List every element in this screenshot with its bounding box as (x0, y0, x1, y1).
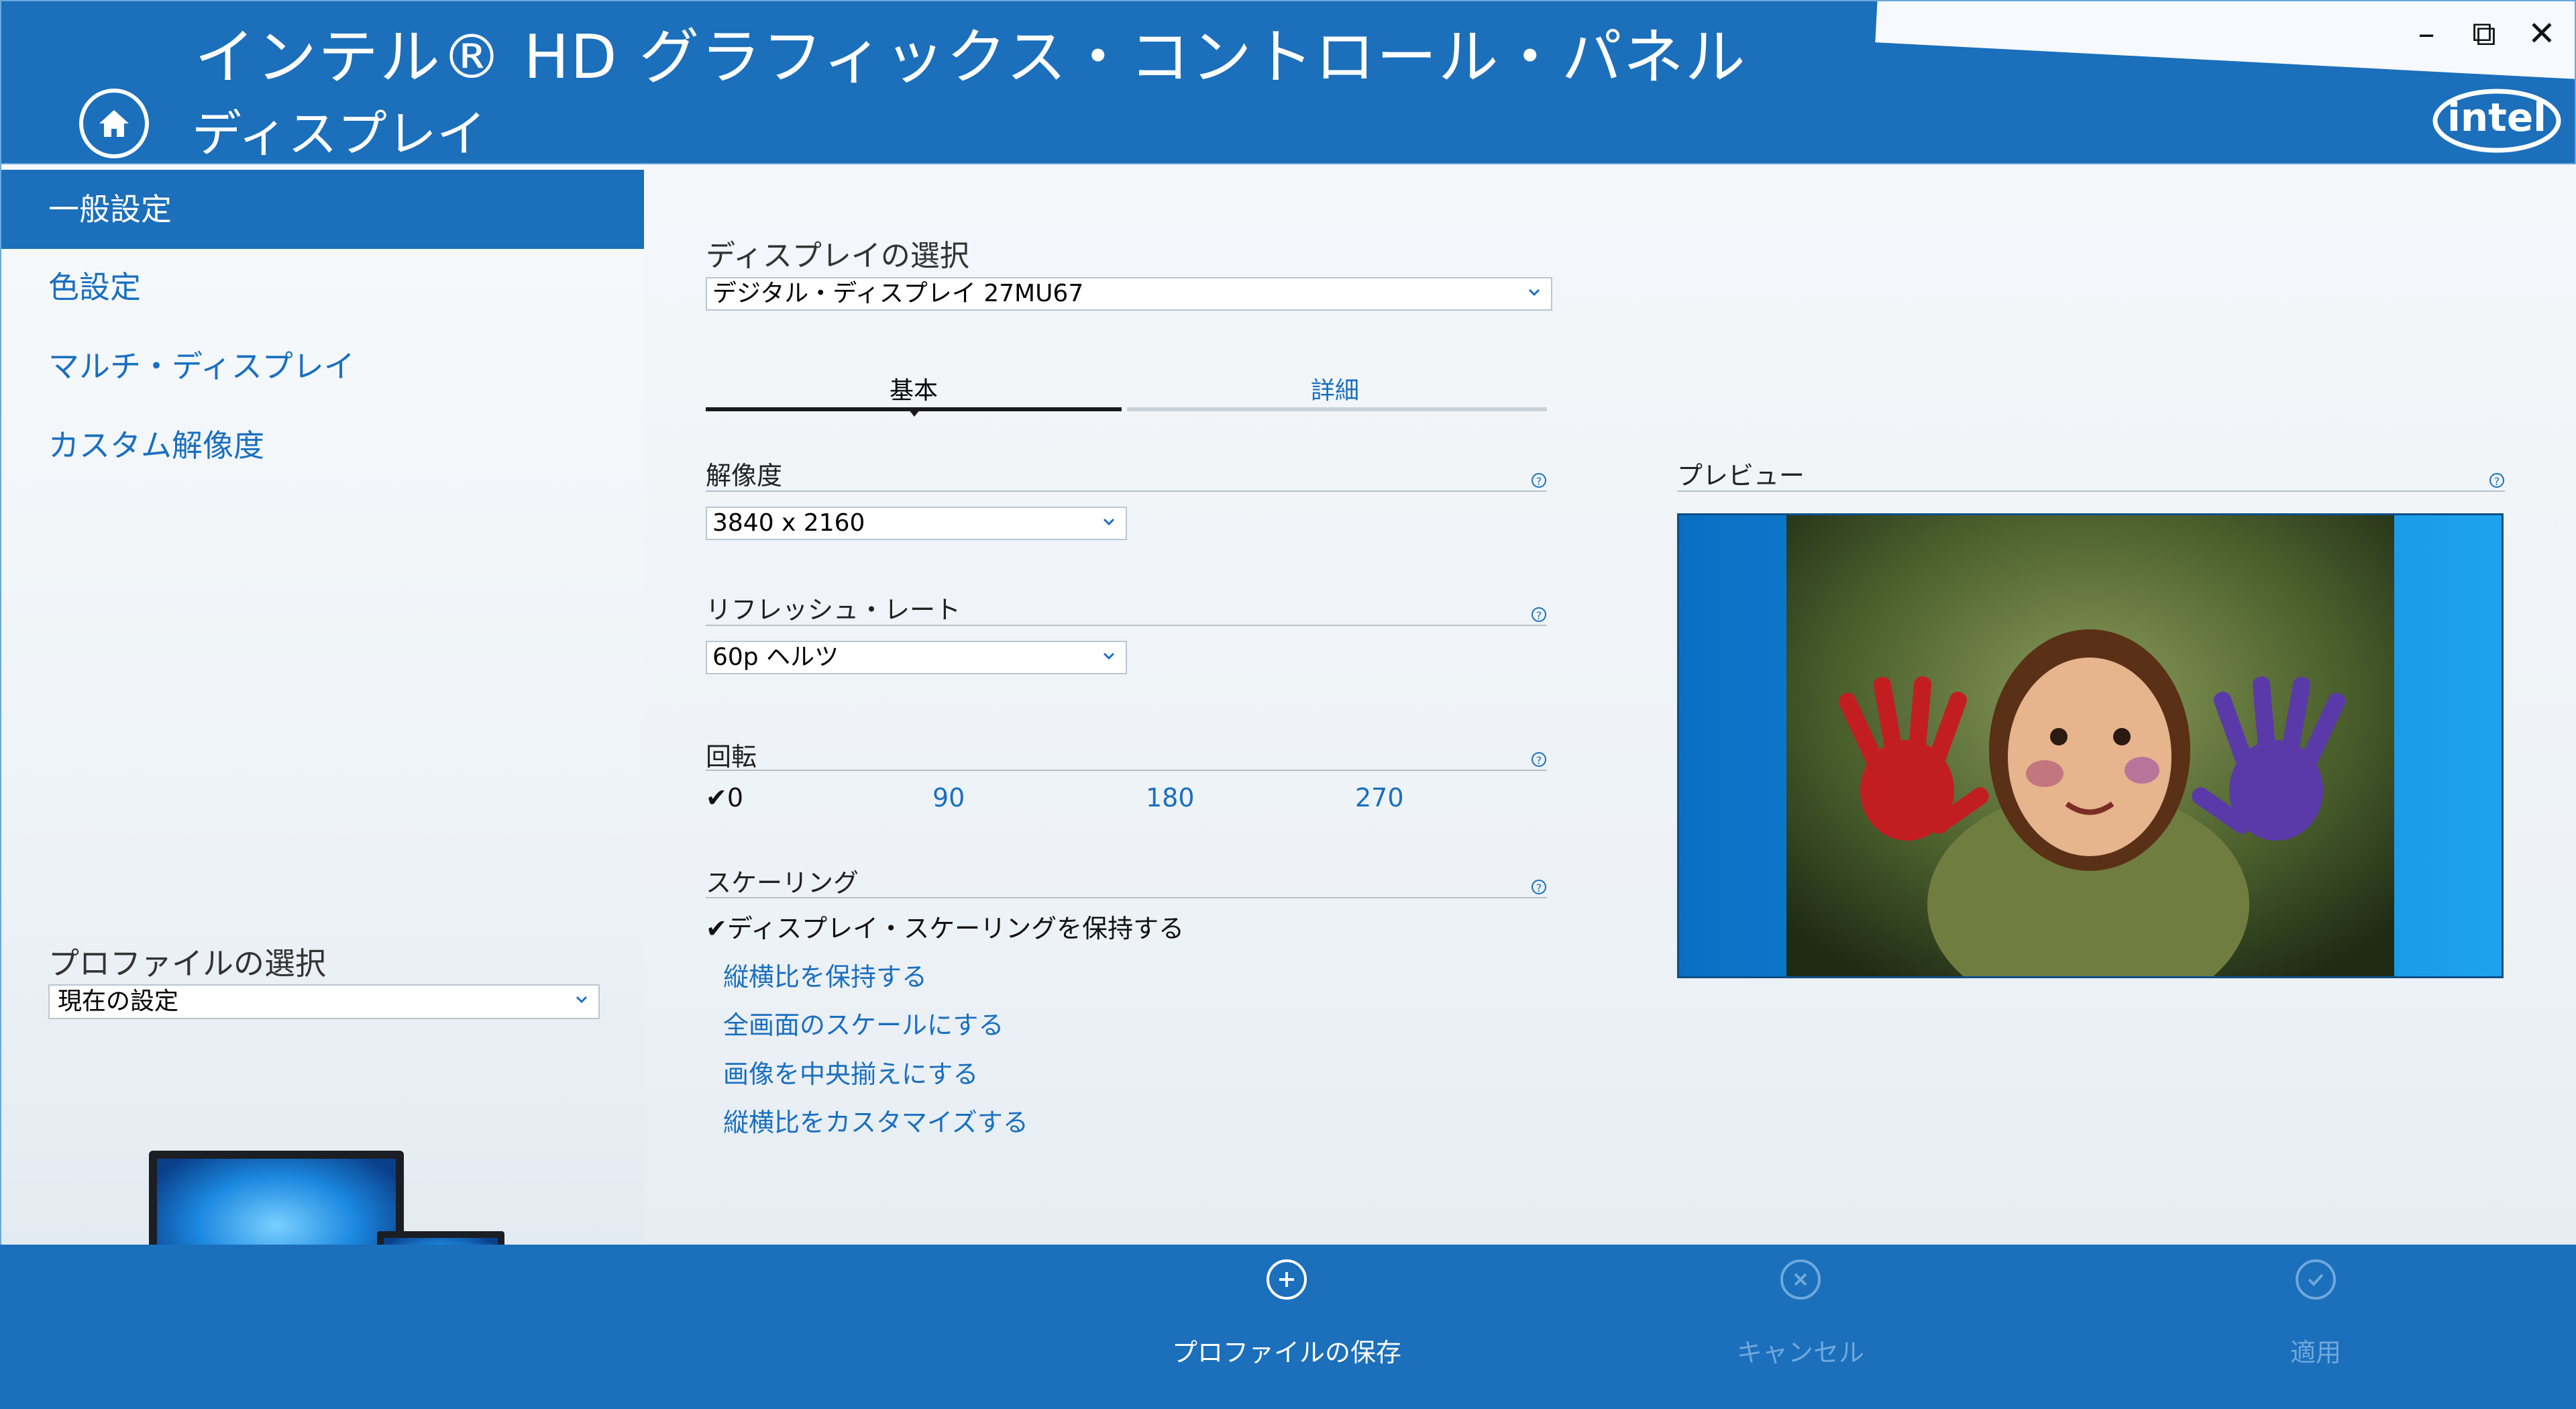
svg-text:intel: intel (2447, 95, 2546, 140)
preview-label: プレビュー (1677, 461, 1805, 490)
tab-basic[interactable]: 基本 (706, 371, 1122, 406)
tab-advanced-underline (1127, 407, 1547, 411)
display-select-label: ディスプレイの選択 (706, 239, 969, 273)
section-title: ディスプレイ (192, 105, 486, 163)
sidebar-item-multi-display[interactable]: マルチ・ディスプレイ (1, 327, 644, 406)
apply-label: 適用 (2290, 1338, 2341, 1367)
title-bar: インテル® HD グラフィックス・コントロール・パネル ディスプレイ – ⧉ ✕… (0, 0, 2576, 164)
preview-frame (1677, 513, 2504, 978)
restore-button[interactable]: ⧉ (2461, 13, 2508, 54)
sidebar: 一般設定 色設定 マルチ・ディスプレイ カスタム解像度 プロファイルの選択 現在… (0, 164, 644, 1363)
home-button[interactable] (79, 89, 149, 158)
close-button[interactable]: ✕ (2518, 13, 2565, 54)
check-circle-icon (2296, 1259, 2336, 1300)
divider (706, 897, 1547, 898)
sidebar-item-color[interactable]: 色設定 (1, 248, 644, 327)
rotation-option-180[interactable]: 180 (1146, 783, 1195, 813)
close-circle-icon (1780, 1259, 1821, 1300)
chevron-down-icon (576, 996, 588, 1004)
save-profile-label: プロファイルの保存 (1171, 1338, 1401, 1367)
profile-select-value: 現在の設定 (58, 988, 179, 1015)
divider (706, 625, 1547, 626)
divider (1677, 490, 2505, 492)
scaling-option-custom-aspect[interactable]: 縦横比をカスタマイズする (723, 1102, 1028, 1139)
scaling-option-center[interactable]: 画像を中央揃えにする (723, 1053, 978, 1090)
preview-image (1679, 515, 2502, 976)
refresh-rate-select[interactable]: 60p ヘルツ (706, 641, 1127, 674)
save-profile-button[interactable]: プロファイルの保存 (1152, 1259, 1421, 1369)
rotation-label: 回転 (706, 742, 757, 772)
cancel-label: キャンセル (1736, 1338, 1864, 1367)
rotation-option-270[interactable]: 270 (1355, 783, 1404, 813)
refresh-rate-value: 60p ヘルツ (712, 643, 839, 671)
footer-bar: プロファイルの保存 キャンセル 適用 (0, 1245, 2576, 1409)
chevron-down-icon (1103, 518, 1115, 526)
divider (706, 770, 1547, 771)
tab-indicator-icon (909, 410, 920, 417)
rotation-option-90[interactable]: 90 (932, 783, 965, 813)
display-select[interactable]: デジタル・ディスプレイ 27MU67 (706, 277, 1552, 311)
help-icon[interactable]: ? (2489, 473, 2504, 488)
resolution-value: 3840 x 2160 (712, 509, 865, 537)
main-panel: ディスプレイの選択 デジタル・ディスプレイ 27MU67 基本 詳細 解像度 ?… (644, 164, 2576, 1245)
minimize-button[interactable]: – (2403, 13, 2450, 54)
apply-button[interactable]: 適用 (2182, 1259, 2450, 1369)
divider (706, 490, 1547, 492)
help-icon[interactable]: ? (1532, 752, 1546, 767)
rotation-option-0[interactable]: ✔0 (706, 783, 743, 813)
scaling-option-maintain-display[interactable]: ✔ディスプレイ・スケーリングを保持する (706, 908, 1184, 945)
cancel-button[interactable]: キャンセル (1666, 1259, 1935, 1369)
scaling-label: スケーリング (706, 868, 859, 898)
tab-advanced[interactable]: 詳細 (1127, 371, 1543, 406)
sidebar-item-custom-resolution[interactable]: カスタム解像度 (1, 406, 644, 485)
app-title: インテル® HD グラフィックス・コントロール・パネル (195, 22, 1747, 93)
scaling-option-full-screen[interactable]: 全画面のスケールにする (723, 1004, 1004, 1041)
chevron-down-icon (1528, 289, 1540, 297)
profile-select[interactable]: 現在の設定 (48, 984, 600, 1019)
plus-circle-icon (1267, 1259, 1307, 1300)
help-icon[interactable]: ? (1532, 880, 1546, 894)
intel-logo: intel (2430, 81, 2564, 156)
resolution-select[interactable]: 3840 x 2160 (706, 507, 1127, 540)
refresh-rate-label: リフレッシュ・レート (706, 595, 961, 625)
chevron-down-icon (1103, 652, 1115, 660)
help-icon[interactable]: ? (1532, 473, 1546, 488)
display-select-value: デジタル・ディスプレイ 27MU67 (712, 280, 1084, 307)
home-icon (99, 110, 129, 137)
profile-label: プロファイルの選択 (48, 945, 326, 982)
resolution-label: 解像度 (706, 461, 783, 490)
help-icon[interactable]: ? (1532, 607, 1546, 622)
scaling-option-maintain-aspect[interactable]: 縦横比を保持する (723, 956, 927, 993)
sidebar-item-general[interactable]: 一般設定 (1, 170, 644, 249)
